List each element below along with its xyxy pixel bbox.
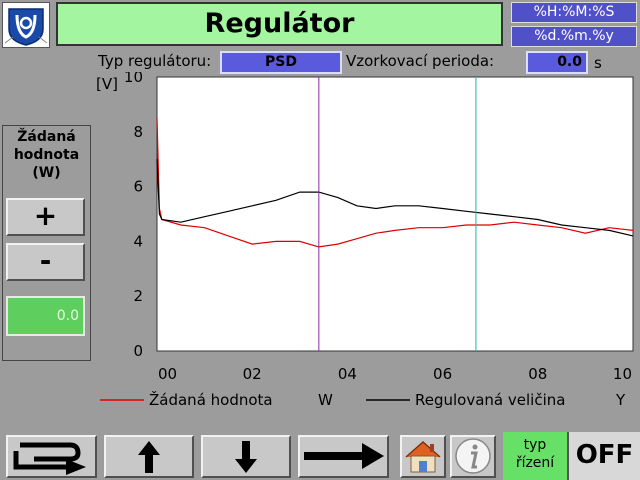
shield-logo-icon xyxy=(3,3,49,47)
date-display: %d.%m.%y xyxy=(511,26,637,47)
trend-chart: [V] 0 2 4 6 8 10 00 02 04 06 08 10 Žádaná hodnota W Reg… xyxy=(96,72,640,427)
legend-symbol-setpoint: W xyxy=(318,391,333,409)
home-button[interactable] xyxy=(400,435,446,478)
y-tick-label: 2 xyxy=(133,287,143,305)
setpoint-title-line1: Žádaná xyxy=(17,129,76,145)
home-icon xyxy=(405,440,441,473)
app-logo xyxy=(2,2,50,48)
y-tick-label: 8 xyxy=(133,123,143,141)
trend-chart-svg: [V]024681000 02 04 06 08 10Žádaná hodnota W Reg… xyxy=(96,72,634,409)
sampling-period-field[interactable]: 0.0 xyxy=(526,51,588,74)
control-mode-button[interactable]: typ řízení xyxy=(503,432,567,480)
control-mode-line1: typ xyxy=(523,437,547,453)
info-icon xyxy=(455,438,491,474)
x-tick-label: 02 xyxy=(243,365,262,383)
plot-area xyxy=(156,76,634,352)
setpoint-value-field[interactable]: 0.0 xyxy=(6,296,85,336)
right-arrow-icon xyxy=(304,443,384,469)
info-button[interactable] xyxy=(450,435,496,478)
regulator-type-field[interactable]: PSD xyxy=(220,51,342,74)
return-arrow-icon xyxy=(13,442,86,475)
down-button[interactable] xyxy=(201,435,291,478)
x-tick-label: 06 xyxy=(433,365,452,383)
page-title: Regulátor xyxy=(56,2,503,46)
up-button[interactable] xyxy=(104,435,194,478)
regulator-type-label: Typ regulátoru: xyxy=(98,52,212,70)
x-tick-label: 10 xyxy=(613,365,632,383)
setpoint-title-line3: (W) xyxy=(32,165,61,181)
y-tick-label: 10 xyxy=(124,72,143,86)
sampling-period-unit: s xyxy=(594,54,602,72)
y-tick-label: 4 xyxy=(133,232,143,250)
down-arrow-icon xyxy=(235,441,257,473)
next-button[interactable] xyxy=(298,435,389,478)
x-tick-label: 04 xyxy=(338,365,357,383)
control-mode-line2: řízení xyxy=(515,455,555,471)
x-tick-label: 00 xyxy=(158,365,177,383)
legend-label-controlled: Regulovaná veličina xyxy=(415,391,565,409)
setpoint-title: Žádaná hodnota (W) xyxy=(5,128,88,182)
time-display: %H:%M:%S xyxy=(511,2,637,23)
return-button[interactable] xyxy=(6,435,97,478)
y-unit-label: [V] xyxy=(96,75,118,93)
on-off-toggle[interactable]: OFF xyxy=(567,432,640,480)
increase-setpoint-button[interactable]: + xyxy=(6,198,85,236)
y-tick-label: 0 xyxy=(133,342,143,360)
setpoint-panel: Žádaná hodnota (W) + - 0.0 xyxy=(2,125,91,361)
decrease-setpoint-button[interactable]: - xyxy=(6,243,85,281)
sampling-period-label: Vzorkovací perioda: xyxy=(346,52,495,70)
x-tick-label: 08 xyxy=(528,365,547,383)
setpoint-title-line2: hodnota xyxy=(13,147,80,163)
y-tick-label: 6 xyxy=(133,178,143,196)
up-arrow-icon xyxy=(138,441,160,473)
legend-symbol-controlled: Y xyxy=(615,391,626,409)
legend-label-setpoint: Žádaná hodnota xyxy=(149,390,273,409)
